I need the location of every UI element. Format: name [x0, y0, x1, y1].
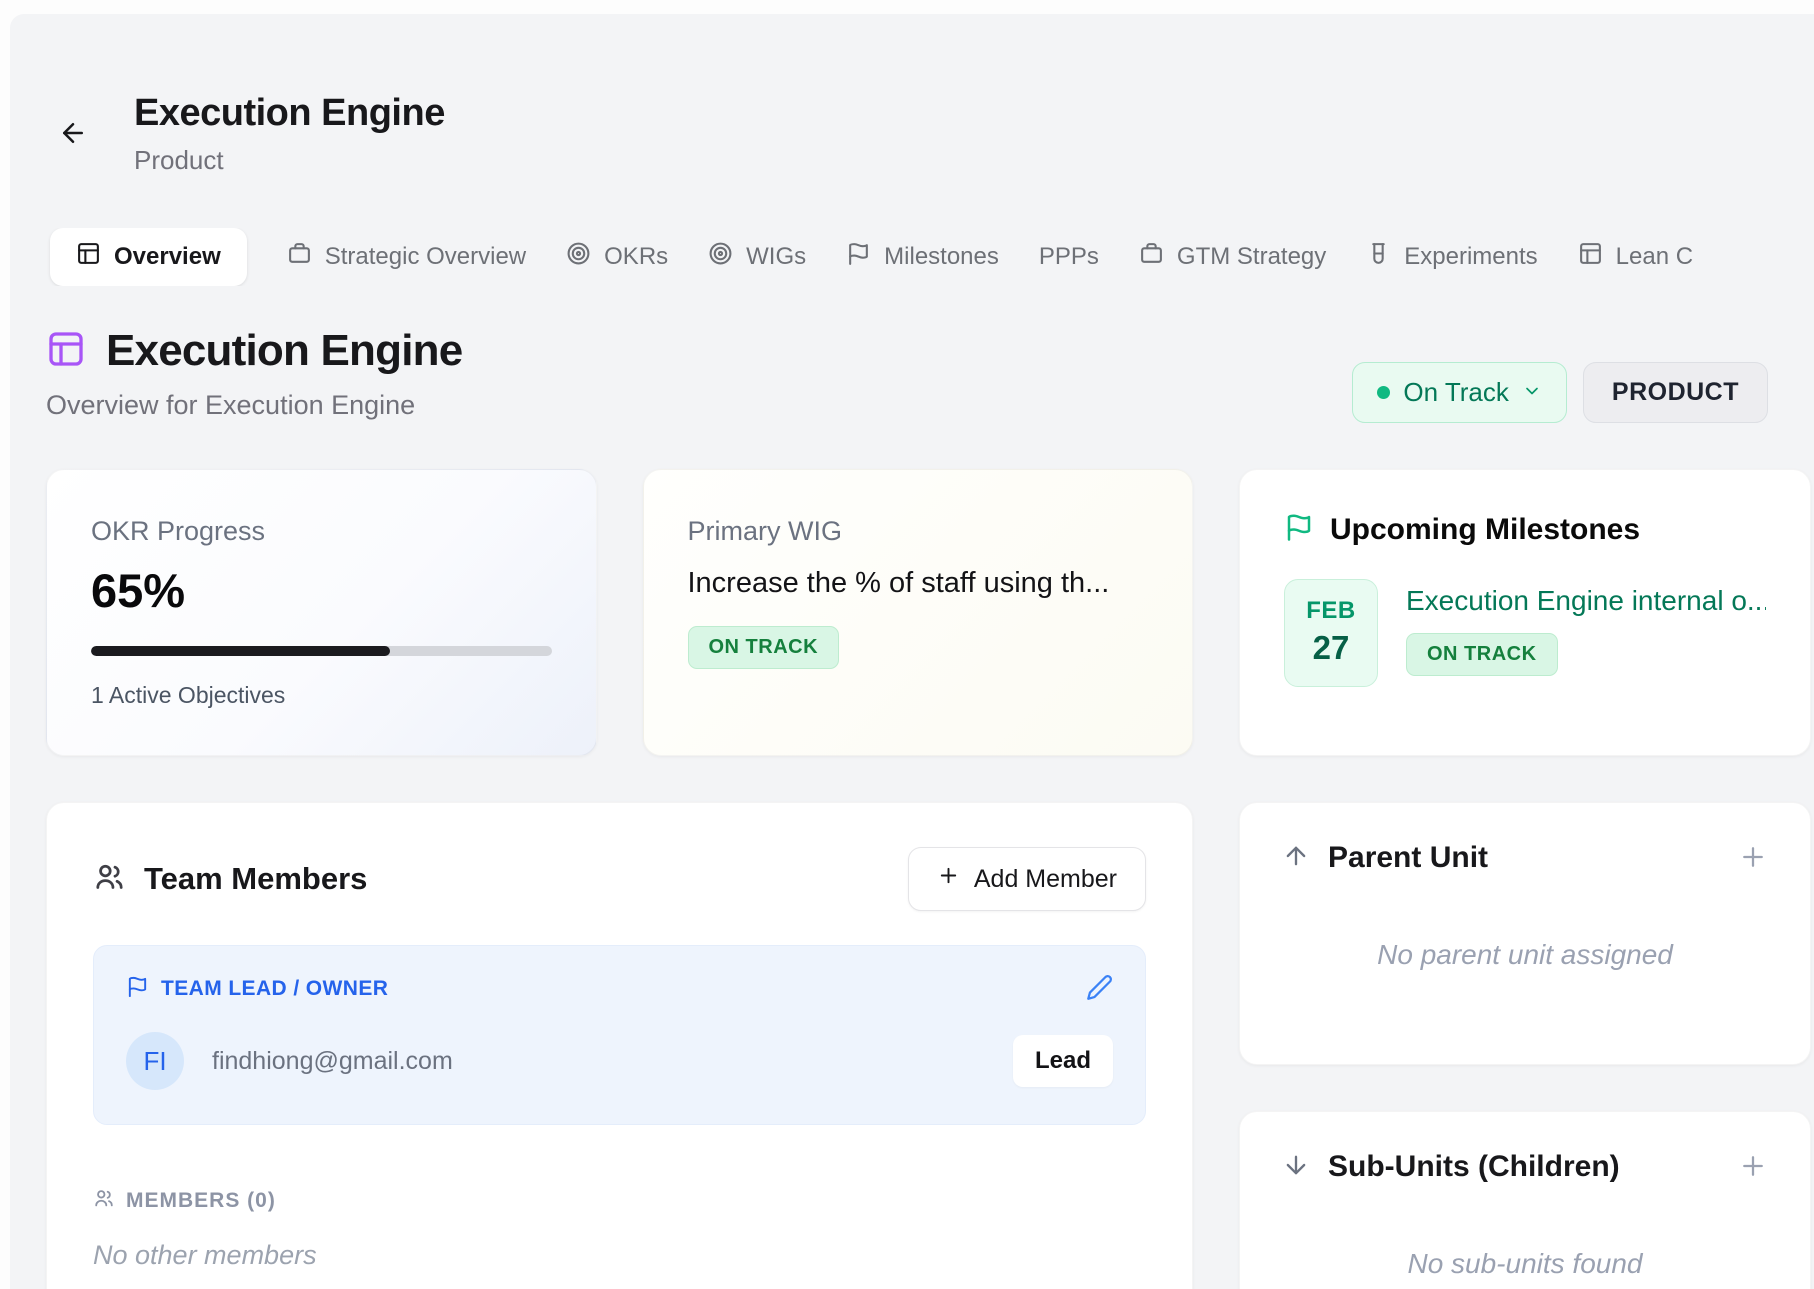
- team-lead-row: FI findhiong@gmail.com Lead: [126, 1032, 1113, 1090]
- milestone-month: FEB: [1285, 597, 1377, 625]
- milestone-date: FEB 27: [1284, 579, 1378, 687]
- briefcase-icon: [287, 241, 312, 273]
- add-parent-unit-button[interactable]: [1738, 842, 1768, 875]
- flag-icon-blue: [126, 975, 149, 1003]
- tab-overview[interactable]: Overview: [50, 228, 247, 286]
- page-title: Execution Engine: [134, 92, 445, 135]
- tab-experiments[interactable]: Experiments: [1366, 241, 1537, 273]
- section-header: Execution Engine Overview for Execution …: [46, 326, 1814, 423]
- arrow-up-icon: [1282, 842, 1310, 875]
- flag-icon-green: [1284, 512, 1314, 547]
- upcoming-milestones-card: Upcoming Milestones FEB 27 Execution Eng…: [1239, 469, 1811, 756]
- okr-progress-card: OKR Progress 65% 1 Active Objectives: [46, 469, 597, 756]
- add-member-button[interactable]: Add Member: [908, 847, 1146, 911]
- okr-progress-bar: [91, 646, 552, 656]
- tab-wigs[interactable]: WIGs: [708, 241, 806, 273]
- tab-strategic-overview[interactable]: Strategic Overview: [287, 241, 526, 273]
- pencil-icon: [1086, 989, 1113, 1004]
- layout-icon-purple: [46, 329, 86, 374]
- status-dropdown[interactable]: On Track: [1352, 362, 1566, 423]
- team-lead-label: TEAM LEAD / OWNER: [161, 977, 388, 1001]
- briefcase-icon: [1139, 241, 1164, 273]
- lead-role-badge: Lead: [1013, 1035, 1113, 1087]
- milestone-status-badge: ON TRACK: [1406, 633, 1558, 676]
- okr-card-label: OKR Progress: [91, 516, 552, 547]
- cards-grid: OKR Progress 65% 1 Active Objectives Pri…: [46, 469, 1814, 1289]
- add-sub-unit-button[interactable]: [1738, 1151, 1768, 1184]
- parent-unit-empty-text: No parent unit assigned: [1282, 939, 1768, 971]
- page-subtitle: Product: [134, 145, 445, 176]
- tab-milestones[interactable]: Milestones: [846, 241, 999, 273]
- team-lead-section: TEAM LEAD / OWNER FI findhiong@gmail.com…: [93, 945, 1146, 1125]
- milestone-item[interactable]: FEB 27 Execution Engine internal o... ON…: [1284, 579, 1766, 687]
- layout-icon: [76, 241, 101, 273]
- tab-bar: Overview Strategic Overview OKRs WIGs Mi…: [46, 228, 1814, 286]
- tab-gtm-strategy[interactable]: GTM Strategy: [1139, 241, 1326, 273]
- team-card-title: Team Members: [144, 861, 367, 897]
- lead-email: findhiong@gmail.com: [212, 1047, 453, 1076]
- members-count-label: MEMBERS (0): [126, 1189, 276, 1213]
- status-dot: [1377, 386, 1390, 399]
- arrow-down-icon: [1282, 1151, 1310, 1184]
- tab-lean-canvas[interactable]: Lean C: [1578, 241, 1693, 273]
- main-panel: Execution Engine Product Overview Strate…: [10, 14, 1814, 1289]
- plus-icon: [937, 864, 960, 894]
- milestone-day: 27: [1285, 629, 1377, 667]
- edit-lead-button[interactable]: [1086, 974, 1113, 1004]
- back-button[interactable]: [56, 117, 90, 151]
- wig-status-badge: ON TRACK: [688, 626, 840, 669]
- sub-units-title: Sub-Units (Children): [1328, 1150, 1620, 1184]
- target-icon: [708, 241, 733, 273]
- status-label: On Track: [1403, 377, 1508, 408]
- target-icon: [566, 241, 591, 273]
- team-members-card: Team Members Add Member TEAM LEAD / OWNE…: [46, 802, 1193, 1289]
- section-subtitle: Overview for Execution Engine: [46, 390, 462, 421]
- avatar: FI: [126, 1032, 184, 1090]
- plus-icon: [1738, 1169, 1768, 1184]
- arrow-left-icon: [58, 118, 88, 151]
- tab-ppps[interactable]: PPPs: [1039, 243, 1099, 271]
- section-title: Execution Engine: [106, 326, 462, 376]
- sub-units-card: Sub-Units (Children) No sub-units found: [1239, 1111, 1811, 1289]
- page-header: Execution Engine Product: [46, 92, 1814, 176]
- plus-icon: [1738, 860, 1768, 875]
- okr-note: 1 Active Objectives: [91, 682, 552, 709]
- chevron-down-icon: [1522, 377, 1542, 408]
- layout-icon: [1578, 241, 1603, 273]
- right-column: Parent Unit No parent unit assigned Sub-…: [1239, 802, 1811, 1289]
- members-empty-text: No other members: [93, 1240, 1146, 1271]
- wig-text: Increase the % of staff using th...: [688, 567, 1149, 600]
- beaker-icon: [1366, 241, 1391, 273]
- milestone-text: Execution Engine internal o...: [1406, 579, 1766, 617]
- users-icon: [93, 860, 126, 898]
- wig-card-label: Primary WIG: [688, 516, 1149, 547]
- okr-percent: 65%: [91, 563, 552, 618]
- flag-icon: [846, 241, 871, 273]
- users-icon-small: [93, 1187, 115, 1214]
- milestones-title: Upcoming Milestones: [1330, 513, 1640, 547]
- tab-okrs[interactable]: OKRs: [566, 241, 668, 273]
- okr-progress-fill: [91, 646, 390, 656]
- sub-units-empty-text: No sub-units found: [1282, 1248, 1768, 1280]
- parent-unit-card: Parent Unit No parent unit assigned: [1239, 802, 1811, 1065]
- type-badge: PRODUCT: [1583, 362, 1768, 423]
- primary-wig-card: Primary WIG Increase the % of staff usin…: [643, 469, 1194, 756]
- parent-unit-title: Parent Unit: [1328, 841, 1488, 875]
